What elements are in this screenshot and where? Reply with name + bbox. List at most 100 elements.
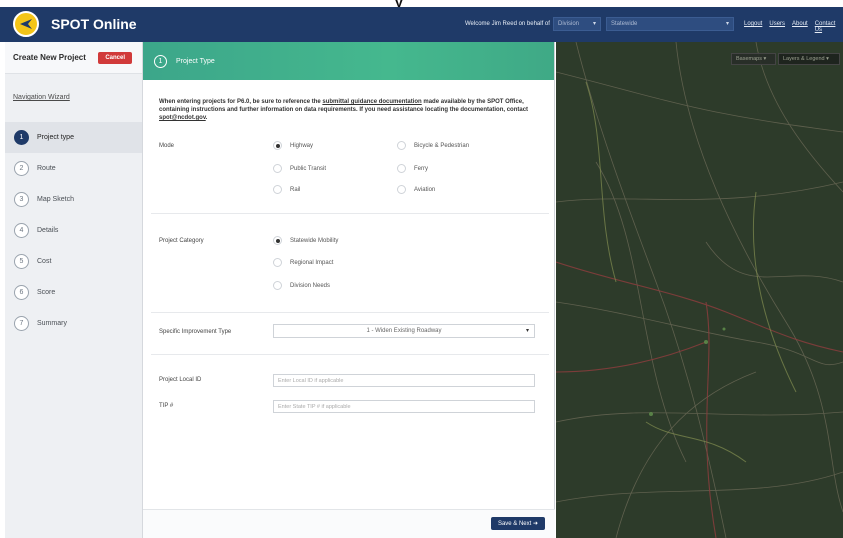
- plane-icon: [20, 19, 32, 29]
- step-number: 5: [14, 254, 29, 269]
- radio-mode-ferry[interactable]: Ferry: [397, 164, 428, 173]
- step-number: 2: [14, 161, 29, 176]
- radio-label: Bicycle & Pedestrian: [414, 142, 470, 149]
- radio-dot: [397, 185, 406, 194]
- radio-mode-aviation[interactable]: Aviation: [397, 185, 435, 194]
- chevron-down-icon: ▾: [763, 56, 767, 62]
- layers-legend-label: Layers & Legend: [783, 56, 825, 62]
- radio-mode-bicycle-pedestrian[interactable]: Bicycle & Pedestrian: [397, 141, 469, 150]
- radio-label: Aviation: [414, 186, 436, 193]
- chevron-down-icon: ▾: [525, 328, 529, 334]
- chevron-down-icon: ▾: [826, 56, 829, 62]
- header-links: Logout Users About Contact Us: [744, 21, 843, 33]
- tip-label: TIP #: [159, 403, 174, 409]
- radio-dot: [397, 164, 406, 173]
- step-label: Summary: [37, 320, 67, 327]
- email-link[interactable]: spot@ncdot.gov: [159, 115, 206, 121]
- wizard-sidebar: Create New Project Cancel Navigation Wiz…: [5, 42, 143, 538]
- radio-label: Ferry: [414, 165, 428, 172]
- project-type-form: 1 Project Type When entering projects fo…: [143, 42, 555, 538]
- radio-dot: [273, 258, 282, 267]
- entity-select-value: Statewide: [611, 21, 638, 27]
- section-header: 1 Project Type: [143, 42, 554, 80]
- radio-dot: [397, 141, 406, 150]
- app-header: SPOT Online Welcome Jim Reed on behalf o…: [0, 7, 843, 42]
- step-map-sketch[interactable]: 3 Map Sketch: [5, 184, 142, 215]
- improvement-type-value: 1 - Widen Existing Roadway: [366, 328, 442, 334]
- local-id-input[interactable]: Enter Local ID if applicable: [273, 374, 535, 387]
- layers-legend-button[interactable]: Layers & Legend ▾: [778, 53, 840, 65]
- radio-dot: [273, 185, 282, 194]
- tip-input[interactable]: Enter State TIP # if applicable: [273, 400, 535, 413]
- step-score[interactable]: 6 Score: [5, 277, 142, 308]
- step-label: Route: [37, 165, 56, 172]
- radio-mode-rail[interactable]: Rail: [273, 185, 300, 194]
- radio-label: Rail: [290, 186, 301, 193]
- radio-mode-public-transit[interactable]: Public Transit: [273, 164, 326, 173]
- divider: [151, 213, 549, 214]
- improvement-type-select[interactable]: 1 - Widen Existing Roadway ▾: [273, 324, 535, 338]
- section-number: 1: [154, 54, 167, 68]
- basemaps-label: Basemaps: [736, 56, 762, 62]
- step-number: 7: [14, 316, 29, 331]
- sidebar-title: Create New Project: [13, 53, 86, 62]
- radio-category-statewide[interactable]: Statewide Mobility: [273, 236, 338, 245]
- navigation-wizard-link[interactable]: Navigation Wizard: [13, 94, 142, 108]
- radio-label: Division Needs: [290, 282, 331, 289]
- local-id-placeholder: Enter Local ID if applicable: [278, 378, 344, 384]
- form-footer: Save & Next ➜: [143, 509, 555, 538]
- radio-category-division[interactable]: Division Needs: [273, 281, 330, 290]
- step-project-type[interactable]: 1 Project type: [5, 122, 142, 153]
- tip-placeholder: Enter State TIP # if applicable: [278, 404, 351, 410]
- save-next-label: Save & Next: [497, 521, 532, 527]
- save-next-button[interactable]: Save & Next ➜: [490, 517, 545, 530]
- arrow-right-icon: ➜: [532, 521, 538, 527]
- radio-category-regional[interactable]: Regional Impact: [273, 258, 333, 267]
- guidance-link[interactable]: submittal guidance documentation: [322, 99, 421, 105]
- basemaps-button[interactable]: Basemaps ▾: [731, 53, 776, 65]
- intro-end: .: [205, 115, 208, 121]
- step-number: 1: [14, 130, 29, 145]
- welcome-text: Welcome Jim Reed on behalf of: [465, 21, 550, 27]
- entity-select[interactable]: Statewide ▾: [606, 17, 734, 31]
- step-number: 6: [14, 285, 29, 300]
- wizard-steps: 1 Project type 2 Route 3 Map Sketch 4 De…: [5, 122, 142, 339]
- logout-link[interactable]: Logout: [744, 21, 762, 33]
- spot-logo: [13, 11, 39, 37]
- radio-label: Public Transit: [290, 165, 327, 172]
- chevron-down-icon: ▾: [592, 21, 596, 27]
- step-label: Cost: [37, 258, 52, 265]
- region-select-value: Division: [558, 21, 580, 27]
- section-title: Project Type: [176, 57, 215, 65]
- users-link[interactable]: Users: [769, 21, 785, 33]
- radio-dot: [273, 236, 282, 245]
- divider: [151, 354, 549, 355]
- region-select[interactable]: Division ▾: [553, 17, 601, 31]
- step-label: Details: [37, 227, 59, 234]
- step-route[interactable]: 2 Route: [5, 153, 142, 184]
- map-panel[interactable]: Basemaps ▾ Layers & Legend ▾: [556, 42, 843, 538]
- app-title: SPOT Online: [51, 16, 137, 32]
- contact-link[interactable]: Contact Us: [815, 21, 843, 33]
- radio-dot: [273, 281, 282, 290]
- radio-dot: [273, 164, 282, 173]
- about-link[interactable]: About: [792, 21, 808, 33]
- chevron-down-icon: ▾: [725, 21, 729, 27]
- step-number: 3: [14, 192, 29, 207]
- radio-label: Regional Impact: [290, 259, 334, 266]
- improvement-type-label: Specific Improvement Type: [159, 329, 232, 335]
- step-details[interactable]: 4 Details: [5, 215, 142, 246]
- divider: [151, 312, 549, 313]
- intro-part-1: When entering projects for P6.0, be sure…: [159, 99, 323, 105]
- step-summary[interactable]: 7 Summary: [5, 308, 142, 339]
- step-label: Project type: [37, 134, 74, 141]
- cancel-button[interactable]: Cancel: [98, 51, 132, 64]
- step-number: 4: [14, 223, 29, 238]
- radio-label: Highway: [290, 142, 314, 149]
- step-label: Score: [37, 289, 56, 296]
- mode-label: Mode: [159, 143, 175, 149]
- radio-mode-highway[interactable]: Highway: [273, 141, 313, 150]
- radio-dot: [273, 141, 282, 150]
- step-label: Map Sketch: [37, 196, 74, 203]
- step-cost[interactable]: 5 Cost: [5, 246, 142, 277]
